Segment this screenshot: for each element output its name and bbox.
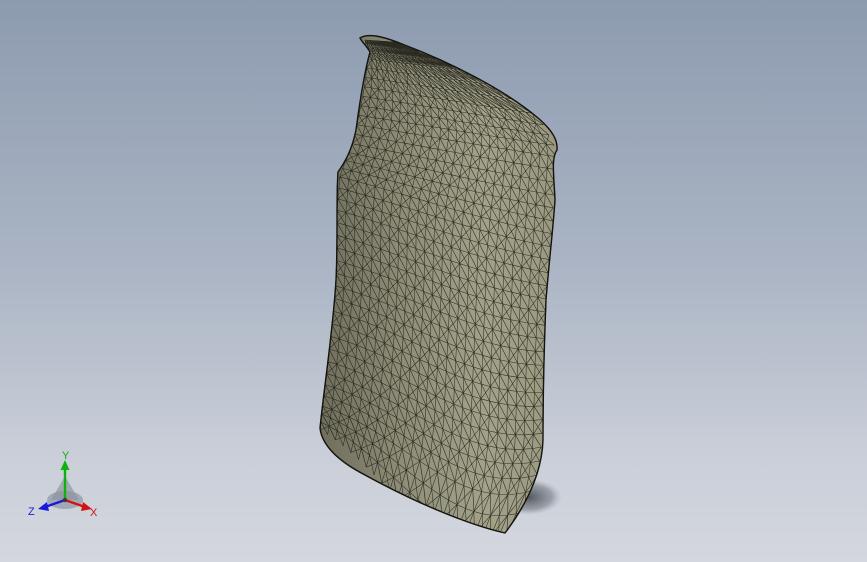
x-axis-label: X (90, 507, 98, 519)
z-axis: Z (28, 498, 66, 518)
z-arrow-icon (38, 502, 49, 511)
blade-surface[interactable] (319, 34, 558, 558)
triad-origin (62, 497, 68, 503)
graphics-viewport[interactable]: Y X Z (0, 0, 867, 562)
y-axis-label: Y (62, 450, 70, 462)
model-view[interactable] (0, 0, 867, 562)
coordinate-triad[interactable]: Y X Z (26, 448, 106, 520)
z-axis-label: Z (28, 506, 35, 518)
